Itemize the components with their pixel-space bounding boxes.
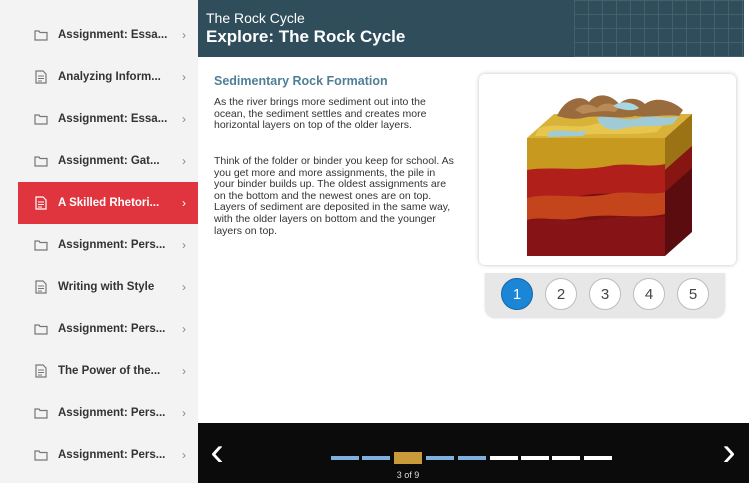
progress-segment-7[interactable] xyxy=(521,456,549,460)
chevron-right-icon: › xyxy=(182,70,186,84)
page-indicator: 3 of 9 xyxy=(396,470,420,480)
sidebar-item-analyzing-information[interactable]: Analyzing Inform... › xyxy=(18,56,200,98)
sidebar-item-assignment-gather[interactable]: Assignment: Gat... › xyxy=(18,140,200,182)
sidebar-item-skilled-rhetorician[interactable]: A Skilled Rhetori... › xyxy=(18,182,200,224)
step-button-4[interactable]: 4 xyxy=(633,278,665,310)
chevron-right-icon: › xyxy=(182,364,186,378)
course-title: The Rock Cycle xyxy=(206,10,305,26)
sidebar-item-label: A Skilled Rhetori... xyxy=(58,197,160,209)
sidebar-item-label: The Power of the... xyxy=(58,365,161,377)
sidebar-item-label: Assignment: Pers... xyxy=(58,449,166,461)
step-button-3[interactable]: 3 xyxy=(589,278,621,310)
document-icon xyxy=(34,69,48,85)
sidebar-item-power-of-the[interactable]: The Power of the... › xyxy=(18,350,200,392)
chevron-right-icon: › xyxy=(182,196,186,210)
rock-layers-illustration xyxy=(479,74,736,265)
progress-segment-3[interactable] xyxy=(394,452,422,464)
sidebar-item-assignment-persuasive-2[interactable]: Assignment: Pers... › xyxy=(18,308,200,350)
sidebar-item-writing-with-style[interactable]: Writing with Style › xyxy=(18,266,200,308)
chevron-right-icon: › xyxy=(182,238,186,252)
progress-segment-9[interactable] xyxy=(584,456,612,460)
folder-icon xyxy=(34,447,48,463)
sidebar-item-label: Writing with Style xyxy=(58,281,155,293)
lesson-header: The Rock Cycle Explore: The Rock Cycle xyxy=(198,0,744,57)
sidebar-item-label: Assignment: Pers... xyxy=(58,407,166,419)
progress-segment-6[interactable] xyxy=(490,456,518,460)
folder-icon xyxy=(34,237,48,253)
previous-page-button[interactable]: ‹ xyxy=(202,432,232,472)
step-button-1[interactable]: 1 xyxy=(501,278,533,310)
page-title: Explore: The Rock Cycle xyxy=(206,27,406,46)
progress-segment-2[interactable] xyxy=(362,456,390,460)
page-navigation-bar: ‹ 3 of 9 › xyxy=(198,423,749,483)
chevron-right-icon: › xyxy=(182,322,186,336)
folder-icon xyxy=(34,27,48,43)
step-button-5[interactable]: 5 xyxy=(677,278,709,310)
sidebar-item-label: Assignment: Pers... xyxy=(58,239,166,251)
folder-icon xyxy=(34,405,48,421)
sidebar-item-label: Assignment: Essa... xyxy=(58,113,168,125)
app-frame: Assignment: Essa... › Analyzing Inform..… xyxy=(0,0,749,483)
folder-icon xyxy=(34,111,48,127)
progress-segment-8[interactable] xyxy=(552,456,580,460)
chevron-right-icon: › xyxy=(182,112,186,126)
chevron-right-icon: › xyxy=(182,280,186,294)
sidebar-item-assignment-persuasive-4[interactable]: Assignment: Pers... › xyxy=(18,434,200,476)
document-icon xyxy=(34,195,48,211)
progress-segment-1[interactable] xyxy=(331,456,359,460)
sidebar-item-assignment-essay-1[interactable]: Assignment: Essa... › xyxy=(18,14,200,56)
chevron-right-icon: › xyxy=(182,28,186,42)
document-icon xyxy=(34,363,48,379)
sidebar-item-assignment-essay-2[interactable]: Assignment: Essa... › xyxy=(18,98,200,140)
chevron-right-icon: › xyxy=(182,448,186,462)
lesson-content: Sedimentary Rock Formation As the river … xyxy=(198,57,744,423)
progress-segment-4[interactable] xyxy=(426,456,454,460)
paragraph-1: As the river brings more sediment out in… xyxy=(214,96,427,132)
chevron-right-icon: › xyxy=(182,154,186,168)
section-title: Sedimentary Rock Formation xyxy=(214,74,388,88)
folder-icon xyxy=(34,321,48,337)
sidebar-item-label: Assignment: Gat... xyxy=(58,155,160,167)
sidebar-item-label: Assignment: Pers... xyxy=(58,323,166,335)
sidebar-item-label: Assignment: Essa... xyxy=(58,29,168,41)
paragraph-2: Think of the folder or binder you keep f… xyxy=(214,155,454,237)
chevron-right-icon: › xyxy=(182,406,186,420)
header-pattern xyxy=(574,0,744,57)
progress-segment-5[interactable] xyxy=(458,456,486,460)
step-button-2[interactable]: 2 xyxy=(545,278,577,310)
document-icon xyxy=(34,279,48,295)
next-page-button[interactable]: › xyxy=(714,432,744,472)
sidebar-item-assignment-persuasive-3[interactable]: Assignment: Pers... › xyxy=(18,392,200,434)
sidebar-item-label: Analyzing Inform... xyxy=(58,71,161,83)
sidebar: Assignment: Essa... › Analyzing Inform..… xyxy=(0,0,200,483)
sidebar-item-assignment-persuasive-1[interactable]: Assignment: Pers... › xyxy=(18,224,200,266)
folder-icon xyxy=(34,153,48,169)
step-navigator: 1 2 3 4 5 xyxy=(485,273,725,317)
